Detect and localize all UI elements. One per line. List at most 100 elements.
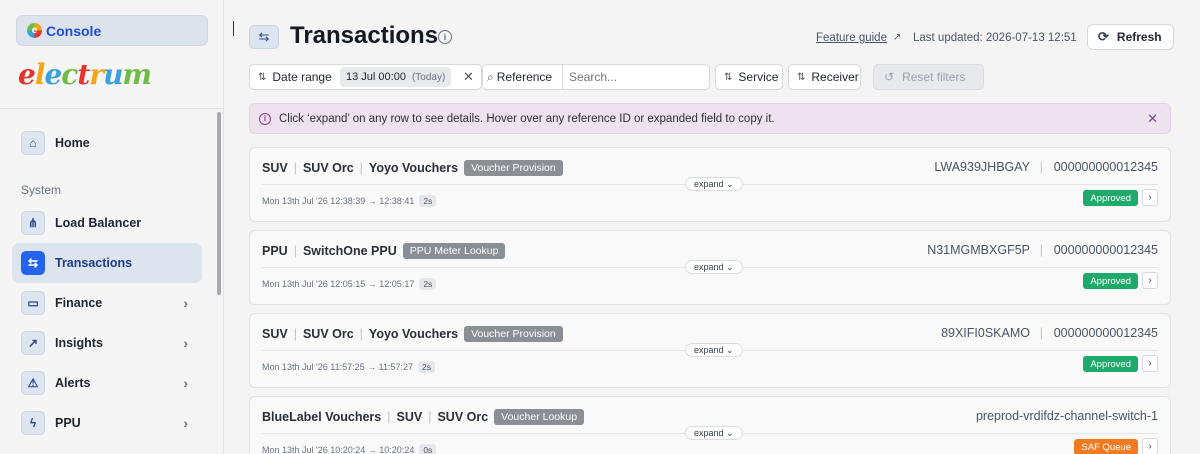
transaction-time: Mon 13th Jul '26 10:20:24 → 10:20:24 0s [262,444,437,454]
sidebar: e Console electrum ⌂ Home System ⋔ Load … [0,0,224,454]
reset-label: Reset filters [902,70,966,84]
chevron-down-icon: ⌄ [726,344,734,355]
transfer-icon: ⇆ [249,25,279,49]
reset-filters-button[interactable]: ↺ Reset filters [873,64,984,90]
last-updated: Last updated: 2026-07-13 12:51 [913,32,1077,44]
path-separator: | [359,327,363,341]
date-value: 13 Jul 00:00 [346,71,406,83]
path-separator: | [387,410,391,424]
transaction-time: Mon 13th Jul '26 12:05:15 → 12:05:17 2s [262,278,437,290]
path-segment: SUV [262,327,288,341]
expand-button[interactable]: expand ⌄ [685,426,743,440]
status-badge: Approved [1083,273,1138,289]
refresh-icon: ⟳ [1098,29,1109,44]
warning-icon: ⚠ [21,371,45,395]
page-title: Transactions [290,22,439,49]
reference-id[interactable]: LWA939JHBGAY [934,160,1030,174]
receiver-filter[interactable]: ⇅ Receiver [788,64,861,90]
transaction-row[interactable]: SUV | SUV Orc | Yoyo Vouchers Voucher Prov… [249,313,1171,388]
reference-filter[interactable]: ⌕ Reference [482,64,563,90]
sidebar-item-label: Transactions [55,256,133,270]
sidebar-scrollbar[interactable] [217,112,221,295]
console-button[interactable]: e Console [16,15,208,46]
transaction-path: PPU | SwitchOne PPU PPU Meter Lookup [262,243,506,259]
transaction-path: SUV | SUV Orc | Yoyo Vouchers Voucher Prov… [262,326,563,342]
expand-button[interactable]: expand ⌄ [685,177,743,191]
search-icon: ⌕ [487,69,494,84]
time-range: Mon 13th Jul '26 11:57:25 → 11:57:27 [262,362,413,372]
duration-badge: 2s [418,361,435,373]
transaction-row[interactable]: PPU | SwitchOne PPU PPU Meter Lookup expa… [249,230,1171,305]
chart-icon: ↗ [21,331,45,355]
path-separator: | [293,161,297,175]
sidebar-item-home[interactable]: ⌂ Home [12,123,202,163]
account-number[interactable]: 000000000012345 [1054,243,1158,257]
expand-button[interactable]: expand ⌄ [685,343,743,357]
time-range: Mon 13th Jul '26 10:20:24 → 10:20:24 [262,445,415,454]
duration-badge: 2s [419,195,437,207]
info-banner: i Click ‘expand’ on any row to see detai… [249,103,1171,134]
expand-label: expand [694,179,724,189]
path-separator: | [293,327,297,341]
sidebar-item-label: Load Balancer [55,216,142,230]
path-separator: | [359,161,363,175]
path-segment: SUV Orc [302,161,354,175]
close-icon[interactable]: ✕ [1147,111,1158,127]
path-segment: SUV Orc [302,327,354,341]
status-badge: SAF Queue [1074,439,1138,454]
info-icon: i [259,112,271,125]
info-icon[interactable]: i [438,30,452,44]
sidebar-item-label: Home [55,136,90,150]
chevron-right-icon: › [183,335,188,351]
path-separator: | [293,244,297,258]
transfer-icon: ⇆ [21,251,45,275]
chevron-down-icon: ⌄ [726,427,734,438]
service-label: Service [738,70,779,84]
open-details-button[interactable]: › [1142,189,1158,206]
chevron-down-icon: ⌄ [726,261,734,272]
transaction-type-tag: Voucher Provision [464,160,563,176]
open-details-button[interactable]: › [1142,355,1158,372]
reference-id[interactable]: N31MGMBXGF5P [927,243,1030,257]
sidebar-item-ppu[interactable]: ϟ PPU › [12,403,202,443]
transaction-row[interactable]: SUV | SUV Orc | Yoyo Vouchers Voucher Prov… [249,147,1171,222]
brand-logo: electrum [18,58,152,91]
transaction-type-tag: Voucher Lookup [494,409,585,425]
path-segment: SwitchOne PPU [302,244,397,258]
account-number[interactable]: 000000000012345 [1054,326,1158,340]
sidebar-item-load-balancer[interactable]: ⋔ Load Balancer [12,203,202,243]
feature-guide-link[interactable]: Feature guide [816,32,887,44]
refresh-button[interactable]: ⟳ Refresh [1087,24,1174,50]
account-number[interactable]: 000000000012345 [1054,160,1158,174]
chevron-right-icon: › [1148,275,1152,286]
sidebar-item-transactions[interactable]: ⇆ Transactions [12,243,202,283]
open-details-button[interactable]: › [1142,272,1158,289]
path-segment: PPU [262,244,288,258]
search-input[interactable] [562,64,710,90]
section-label-system: System [21,183,62,197]
sidebar-item-finance[interactable]: ▭ Finance › [12,283,202,323]
electrum-e-icon: e [27,23,42,38]
expand-button[interactable]: expand ⌄ [685,260,743,274]
chevron-right-icon: › [1148,441,1152,452]
chevron-right-icon: › [1148,358,1152,369]
reference-id[interactable]: preprod-vrdifdz-channel-switch-1 [976,409,1158,423]
reference-id[interactable]: 89XIFI0SKAMO [941,326,1030,340]
open-details-button[interactable]: › [1142,438,1158,454]
date-chip[interactable]: 13 Jul 00:00 (Today) [340,67,452,87]
transaction-row[interactable]: BlueLabel Vouchers | SUV | SUV Orc Voucher… [249,396,1171,454]
path-segment: BlueLabel Vouchers [262,410,382,424]
expand-label: expand [694,428,724,438]
service-filter[interactable]: ⇅ Service [715,64,783,90]
clear-date-button[interactable]: ✕ [456,64,482,90]
refresh-label: Refresh [1116,30,1162,44]
sidebar-item-alerts[interactable]: ⚠ Alerts › [12,363,202,403]
external-link-icon: ↗ [893,32,902,43]
home-icon: ⌂ [21,131,45,155]
time-range: Mon 13th Jul '26 12:38:39 → 12:38:41 [262,196,415,206]
sidebar-item-label: Finance [55,296,103,310]
reset-icon: ↺ [884,70,895,84]
sort-icon: ⇅ [258,71,267,83]
transaction-type-tag: PPU Meter Lookup [402,243,506,259]
sidebar-item-insights[interactable]: ↗ Insights › [12,323,202,363]
